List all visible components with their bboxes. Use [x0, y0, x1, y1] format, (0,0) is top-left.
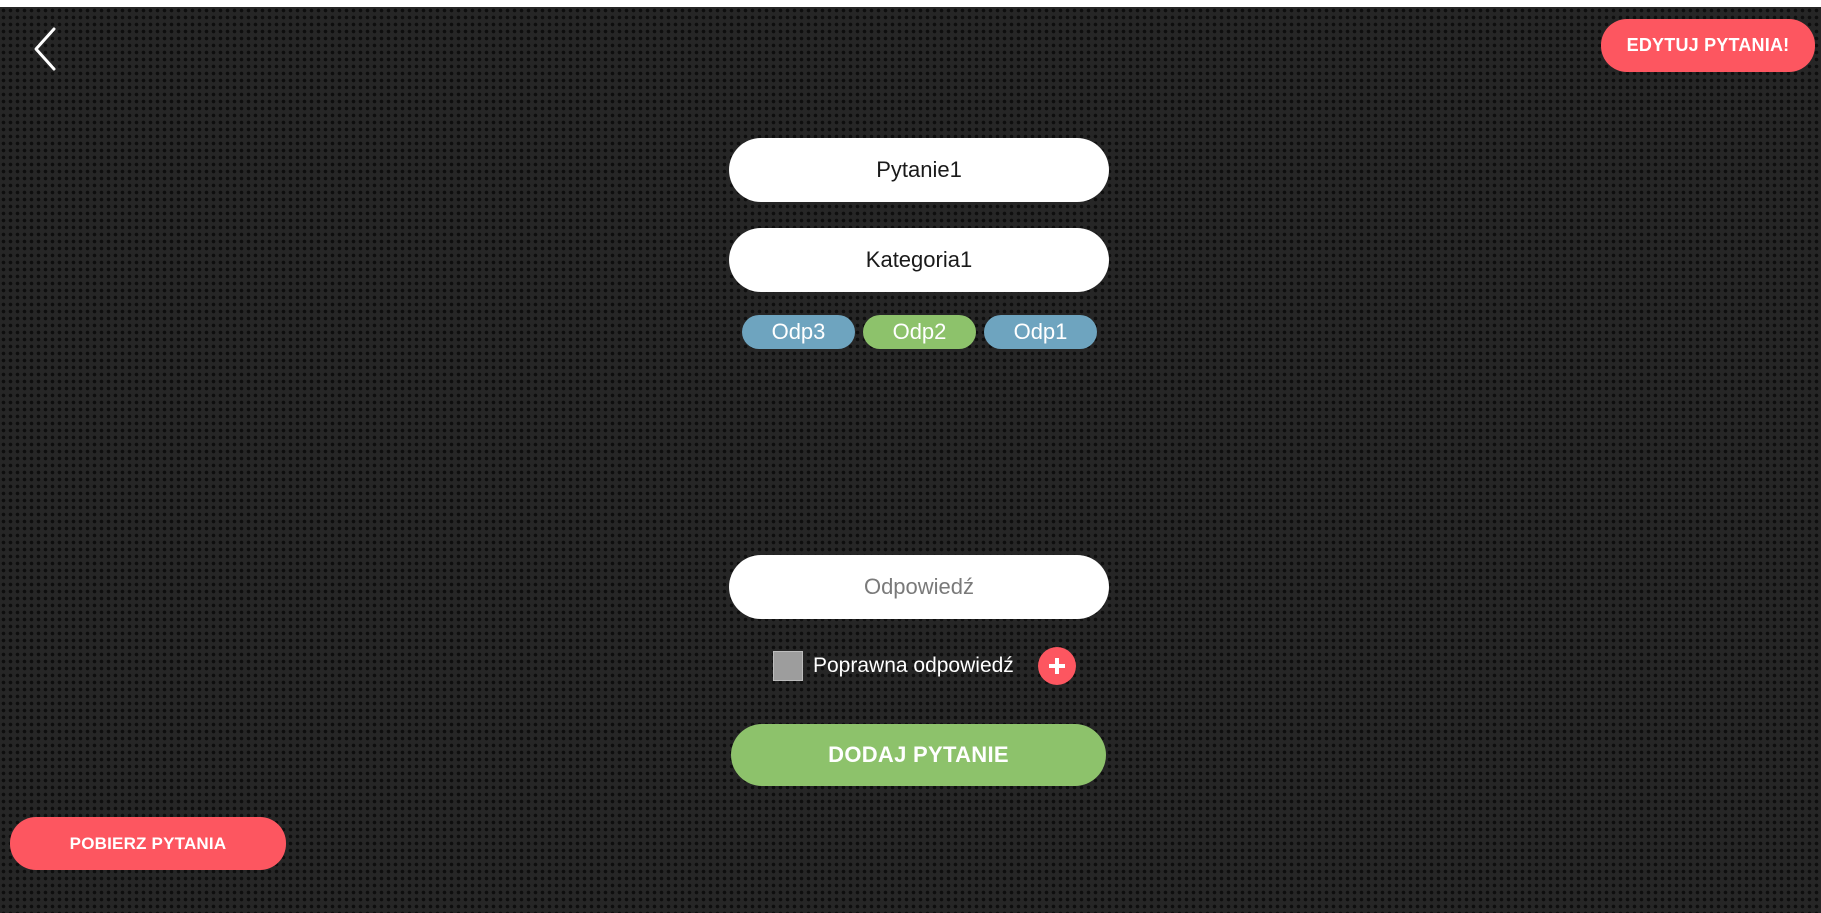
back-button[interactable]	[30, 25, 66, 75]
correct-answer-row: Poprawna odpowiedź	[773, 647, 1076, 685]
fetch-questions-button[interactable]: POBIERZ PYTANIA	[10, 817, 286, 870]
question-input[interactable]	[729, 138, 1109, 202]
plus-icon	[1048, 658, 1065, 674]
answer-tag-correct[interactable]: Odp2	[863, 315, 976, 349]
correct-answer-checkbox[interactable]	[773, 651, 803, 681]
chevron-left-icon	[34, 27, 56, 71]
answer-tags: Odp3 Odp2 Odp1	[742, 315, 1097, 349]
answer-input[interactable]	[729, 555, 1109, 619]
answer-tag[interactable]: Odp3	[742, 315, 855, 349]
edit-questions-button[interactable]: EDYTUJ PYTANIA!	[1601, 19, 1815, 72]
category-input[interactable]	[729, 228, 1109, 292]
add-question-button[interactable]: DODAJ PYTANIE	[731, 724, 1106, 786]
answer-tag[interactable]: Odp1	[984, 315, 1097, 349]
page-background: EDYTUJ PYTANIA! Odp3 Odp2 Odp1 Poprawna …	[0, 7, 1821, 913]
correct-answer-label: Poprawna odpowiedź	[813, 654, 1014, 677]
add-answer-button[interactable]	[1037, 647, 1076, 685]
